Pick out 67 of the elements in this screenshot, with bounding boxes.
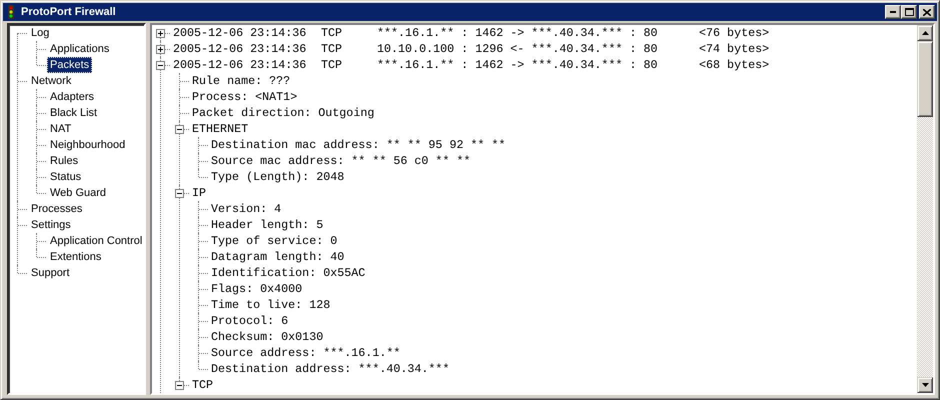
- packet-time[interactable]: 2005-12-06 23:14:36: [171, 58, 319, 72]
- sidebar-item[interactable]: Support: [28, 265, 73, 281]
- packet-field: Rule name: ???: [190, 74, 292, 88]
- close-icon: [923, 8, 931, 16]
- packet-size: <76 bytes>: [698, 26, 770, 40]
- packet-field: Destination mac address: ** ** 95 92 ** **: [209, 138, 508, 152]
- packet-route: 10.10.0.100 : 1296 <- ***.40.34.*** : 80: [376, 42, 659, 56]
- packet-time[interactable]: 2005-12-06 23:14:36: [171, 42, 319, 56]
- packet-field: Version: 4: [209, 202, 284, 216]
- sidebar-item[interactable]: Extentions: [47, 249, 104, 265]
- sidebar-item[interactable]: Rules: [47, 153, 82, 169]
- traffic-light-icon: [5, 5, 17, 19]
- expand-icon[interactable]: [156, 45, 165, 54]
- sidebar-item[interactable]: Network: [28, 73, 74, 89]
- packet-time[interactable]: 2005-12-06 23:14:36: [171, 26, 319, 40]
- sidebar-item[interactable]: Black List: [47, 105, 100, 121]
- packet-field: Checksum: 0x0130: [209, 330, 326, 344]
- window-title: ProtoPort Firewall: [21, 6, 117, 18]
- sidebar-item[interactable]: Applications: [47, 41, 112, 57]
- sidebar-item[interactable]: Packets: [47, 57, 92, 73]
- sidebar-item[interactable]: Application Control: [47, 233, 144, 249]
- packet-route: ***.16.1.** : 1462 -> ***.40.34.*** : 80: [376, 58, 659, 72]
- minimize-icon: [890, 11, 896, 13]
- packet-protocol: TCP: [320, 42, 344, 56]
- collapse-icon[interactable]: [156, 61, 165, 70]
- packet-protocol: TCP: [320, 58, 344, 72]
- close-button[interactable]: [919, 5, 935, 19]
- expand-icon[interactable]: [156, 29, 165, 38]
- packet-field: Type of service: 0: [209, 234, 340, 248]
- packet-field: Packet direction: Outgoing: [190, 106, 376, 120]
- packet-field: Datagram length: 40: [209, 250, 346, 264]
- packet-field: Source address: ***.16.1.**: [209, 346, 402, 360]
- sidebar-item[interactable]: Log: [28, 25, 52, 41]
- packet-field: Source mac address: ** ** 56 c0 ** **: [209, 154, 473, 168]
- up-arrow-icon: [922, 31, 928, 35]
- sidebar-item[interactable]: Processes: [28, 201, 86, 217]
- packet-size: <74 bytes>: [698, 42, 770, 56]
- packet-route: ***.16.1.** : 1462 -> ***.40.34.*** : 80: [376, 26, 659, 40]
- sidebar-item[interactable]: NAT: [47, 121, 74, 137]
- packet-field: Identification: 0x55AC: [209, 266, 368, 280]
- packet-field: Protocol: 6: [209, 314, 290, 328]
- sidebar-item[interactable]: Status: [47, 169, 84, 185]
- sidebar-item[interactable]: Web Guard: [47, 185, 110, 201]
- packet-field: Destination address: ***.40.34.***: [209, 362, 452, 376]
- down-arrow-icon: [922, 383, 928, 387]
- scroll-up-button[interactable]: [917, 25, 933, 41]
- section-label: ETHERNET: [191, 122, 250, 136]
- packet-size: <68 bytes>: [698, 58, 770, 72]
- packet-field: Time to live: 128: [209, 298, 332, 312]
- sidebar-item[interactable]: Settings: [28, 217, 74, 233]
- packet-field: Header length: 5: [209, 218, 326, 232]
- collapse-icon[interactable]: [175, 381, 184, 390]
- collapse-icon[interactable]: [175, 189, 184, 198]
- scroll-thumb[interactable]: [917, 41, 933, 117]
- collapse-icon[interactable]: [175, 125, 184, 134]
- sidebar-item[interactable]: Neighbourhood: [47, 137, 128, 153]
- packet-field: Flags: 0x4000: [209, 282, 304, 296]
- sidebar-item[interactable]: Adapters: [47, 89, 98, 105]
- packet-field: Process: <NAT1>: [190, 90, 300, 104]
- scroll-down-button[interactable]: [917, 377, 933, 393]
- minimize-button[interactable]: [885, 5, 901, 19]
- section-label: TCP: [191, 378, 214, 392]
- packet-protocol: TCP: [320, 26, 344, 40]
- maximize-icon: [904, 8, 914, 16]
- maximize-button[interactable]: [901, 5, 917, 19]
- packet-field: Type (Length): 2048: [209, 170, 346, 184]
- section-label: IP: [191, 186, 208, 200]
